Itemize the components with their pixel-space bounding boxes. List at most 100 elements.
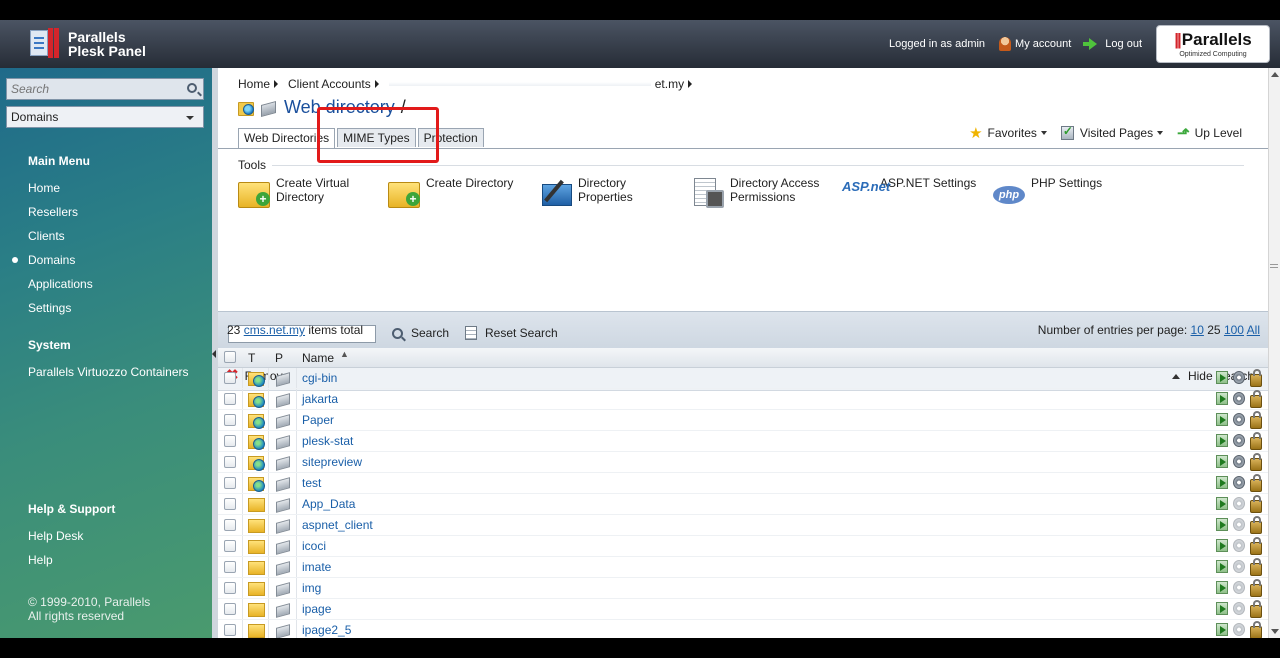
brand[interactable]: Parallels Plesk Panel <box>28 28 146 60</box>
table-row[interactable]: Paper <box>218 410 1268 431</box>
open-directory-icon[interactable] <box>1216 497 1228 510</box>
open-directory-icon[interactable] <box>1216 455 1228 468</box>
scroll-down-icon[interactable] <box>1271 629 1279 634</box>
sidebar-item-settings[interactable]: Settings <box>28 301 71 315</box>
lock-icon[interactable] <box>1250 411 1262 429</box>
domain-link[interactable]: cms.net.my <box>244 323 305 337</box>
up-level-link[interactable]: ⬏ Up Level <box>1177 124 1242 142</box>
open-directory-icon[interactable] <box>1216 623 1228 636</box>
sidebar-search-input[interactable] <box>7 79 177 99</box>
open-directory-icon[interactable] <box>1216 434 1228 447</box>
settings-gear-icon[interactable] <box>1233 518 1245 531</box>
directory-name-link[interactable]: icoci <box>302 539 326 553</box>
open-directory-icon[interactable] <box>1216 392 1228 405</box>
table-row[interactable]: jakarta <box>218 389 1268 410</box>
open-directory-icon[interactable] <box>1216 371 1228 384</box>
open-directory-icon[interactable] <box>1216 413 1228 426</box>
settings-gear-icon[interactable] <box>1233 581 1245 594</box>
settings-gear-icon[interactable] <box>1233 560 1245 573</box>
table-row[interactable]: icoci <box>218 536 1268 557</box>
lock-icon[interactable] <box>1250 495 1262 513</box>
open-directory-icon[interactable] <box>1216 476 1228 489</box>
row-checkbox[interactable] <box>224 414 236 426</box>
table-row[interactable]: img <box>218 578 1268 599</box>
directory-name-link[interactable]: Paper <box>302 413 334 427</box>
directory-properties-button[interactable]: Directory Properties <box>540 176 633 208</box>
sidebar-item-clients[interactable]: Clients <box>28 229 65 243</box>
reset-search-button[interactable]: Reset Search <box>465 326 558 340</box>
vertical-scrollbar[interactable] <box>1268 68 1280 638</box>
lock-icon[interactable] <box>1250 369 1262 387</box>
column-type[interactable]: T <box>248 351 255 365</box>
lock-icon[interactable] <box>1250 621 1262 638</box>
directory-name-link[interactable]: img <box>302 581 321 595</box>
settings-gear-icon[interactable] <box>1233 434 1245 447</box>
lock-icon[interactable] <box>1250 579 1262 597</box>
create-directory-button[interactable]: Create Directory <box>388 176 513 208</box>
scroll-up-icon[interactable] <box>1271 72 1279 77</box>
row-checkbox[interactable] <box>224 519 236 531</box>
sidebar-item-domains[interactable]: Domains <box>28 253 75 267</box>
lock-icon[interactable] <box>1250 516 1262 534</box>
php-settings-button[interactable]: PHP Settings <box>993 176 1102 208</box>
row-checkbox[interactable] <box>224 603 236 615</box>
per-page-10[interactable]: 10 <box>1191 323 1204 337</box>
lock-icon[interactable] <box>1250 558 1262 576</box>
aspnet-settings-button[interactable]: ASP.net ASP.NET Settings <box>842 176 976 208</box>
open-directory-icon[interactable] <box>1216 602 1228 615</box>
row-checkbox[interactable] <box>224 540 236 552</box>
settings-gear-icon[interactable] <box>1233 413 1245 426</box>
row-checkbox[interactable] <box>224 624 236 636</box>
row-checkbox[interactable] <box>224 561 236 573</box>
directory-name-link[interactable]: test <box>302 476 321 490</box>
settings-gear-icon[interactable] <box>1233 497 1245 510</box>
directory-name-link[interactable]: ipage <box>302 602 331 616</box>
directory-name-link[interactable]: jakarta <box>302 392 338 406</box>
lock-icon[interactable] <box>1250 600 1262 618</box>
search-icon[interactable] <box>187 83 197 93</box>
scroll-thumb[interactable] <box>1270 264 1278 268</box>
settings-gear-icon[interactable] <box>1233 455 1245 468</box>
search-button[interactable]: Search <box>392 326 449 340</box>
domain-select[interactable]: Domains <box>6 106 204 128</box>
create-virtual-directory-button[interactable]: Create VirtualDirectory <box>238 176 349 208</box>
row-checkbox[interactable] <box>224 393 236 405</box>
per-page-all[interactable]: All <box>1247 323 1260 337</box>
settings-gear-icon[interactable] <box>1233 623 1245 636</box>
table-row[interactable]: App_Data <box>218 494 1268 515</box>
table-row[interactable]: cgi-bin <box>218 368 1268 389</box>
column-name[interactable]: Name <box>302 351 334 365</box>
settings-gear-icon[interactable] <box>1233 539 1245 552</box>
favorites-menu[interactable]: ★ Favorites <box>969 124 1047 142</box>
table-row[interactable]: aspnet_client <box>218 515 1268 536</box>
lock-icon[interactable] <box>1250 432 1262 450</box>
table-row[interactable]: sitepreview <box>218 452 1268 473</box>
sidebar-item-home[interactable]: Home <box>28 181 60 195</box>
lock-icon[interactable] <box>1250 453 1262 471</box>
sidebar-search[interactable] <box>6 78 204 100</box>
directory-name-link[interactable]: sitepreview <box>302 455 362 469</box>
directory-name-link[interactable]: imate <box>302 560 331 574</box>
visited-pages-menu[interactable]: Visited Pages <box>1060 124 1164 140</box>
open-directory-icon[interactable] <box>1216 518 1228 531</box>
parallels-logo[interactable]: || Parallels Optimized Computing <box>1156 25 1270 63</box>
open-directory-icon[interactable] <box>1216 581 1228 594</box>
lock-icon[interactable] <box>1250 474 1262 492</box>
directory-name-link[interactable]: aspnet_client <box>302 518 373 532</box>
row-checkbox[interactable] <box>224 582 236 594</box>
sort-asc-icon[interactable]: ▲ <box>340 349 349 359</box>
open-directory-icon[interactable] <box>1216 539 1228 552</box>
lock-icon[interactable] <box>1250 390 1262 408</box>
directory-access-permissions-button[interactable]: Directory Access Permissions <box>692 176 819 208</box>
my-account-link[interactable]: My account <box>999 37 1071 51</box>
row-checkbox[interactable] <box>224 435 236 447</box>
directory-name-link[interactable]: ipage2_5 <box>302 623 351 637</box>
directory-name-link[interactable]: plesk-stat <box>302 434 353 448</box>
sidebar-item-resellers[interactable]: Resellers <box>28 205 78 219</box>
table-row[interactable]: imate <box>218 557 1268 578</box>
table-row[interactable]: ipage <box>218 599 1268 620</box>
row-checkbox[interactable] <box>224 372 236 384</box>
lock-icon[interactable] <box>1250 537 1262 555</box>
table-row[interactable]: ipage2_5 <box>218 620 1268 638</box>
breadcrumb-client-accounts[interactable]: Client Accounts <box>288 77 371 91</box>
